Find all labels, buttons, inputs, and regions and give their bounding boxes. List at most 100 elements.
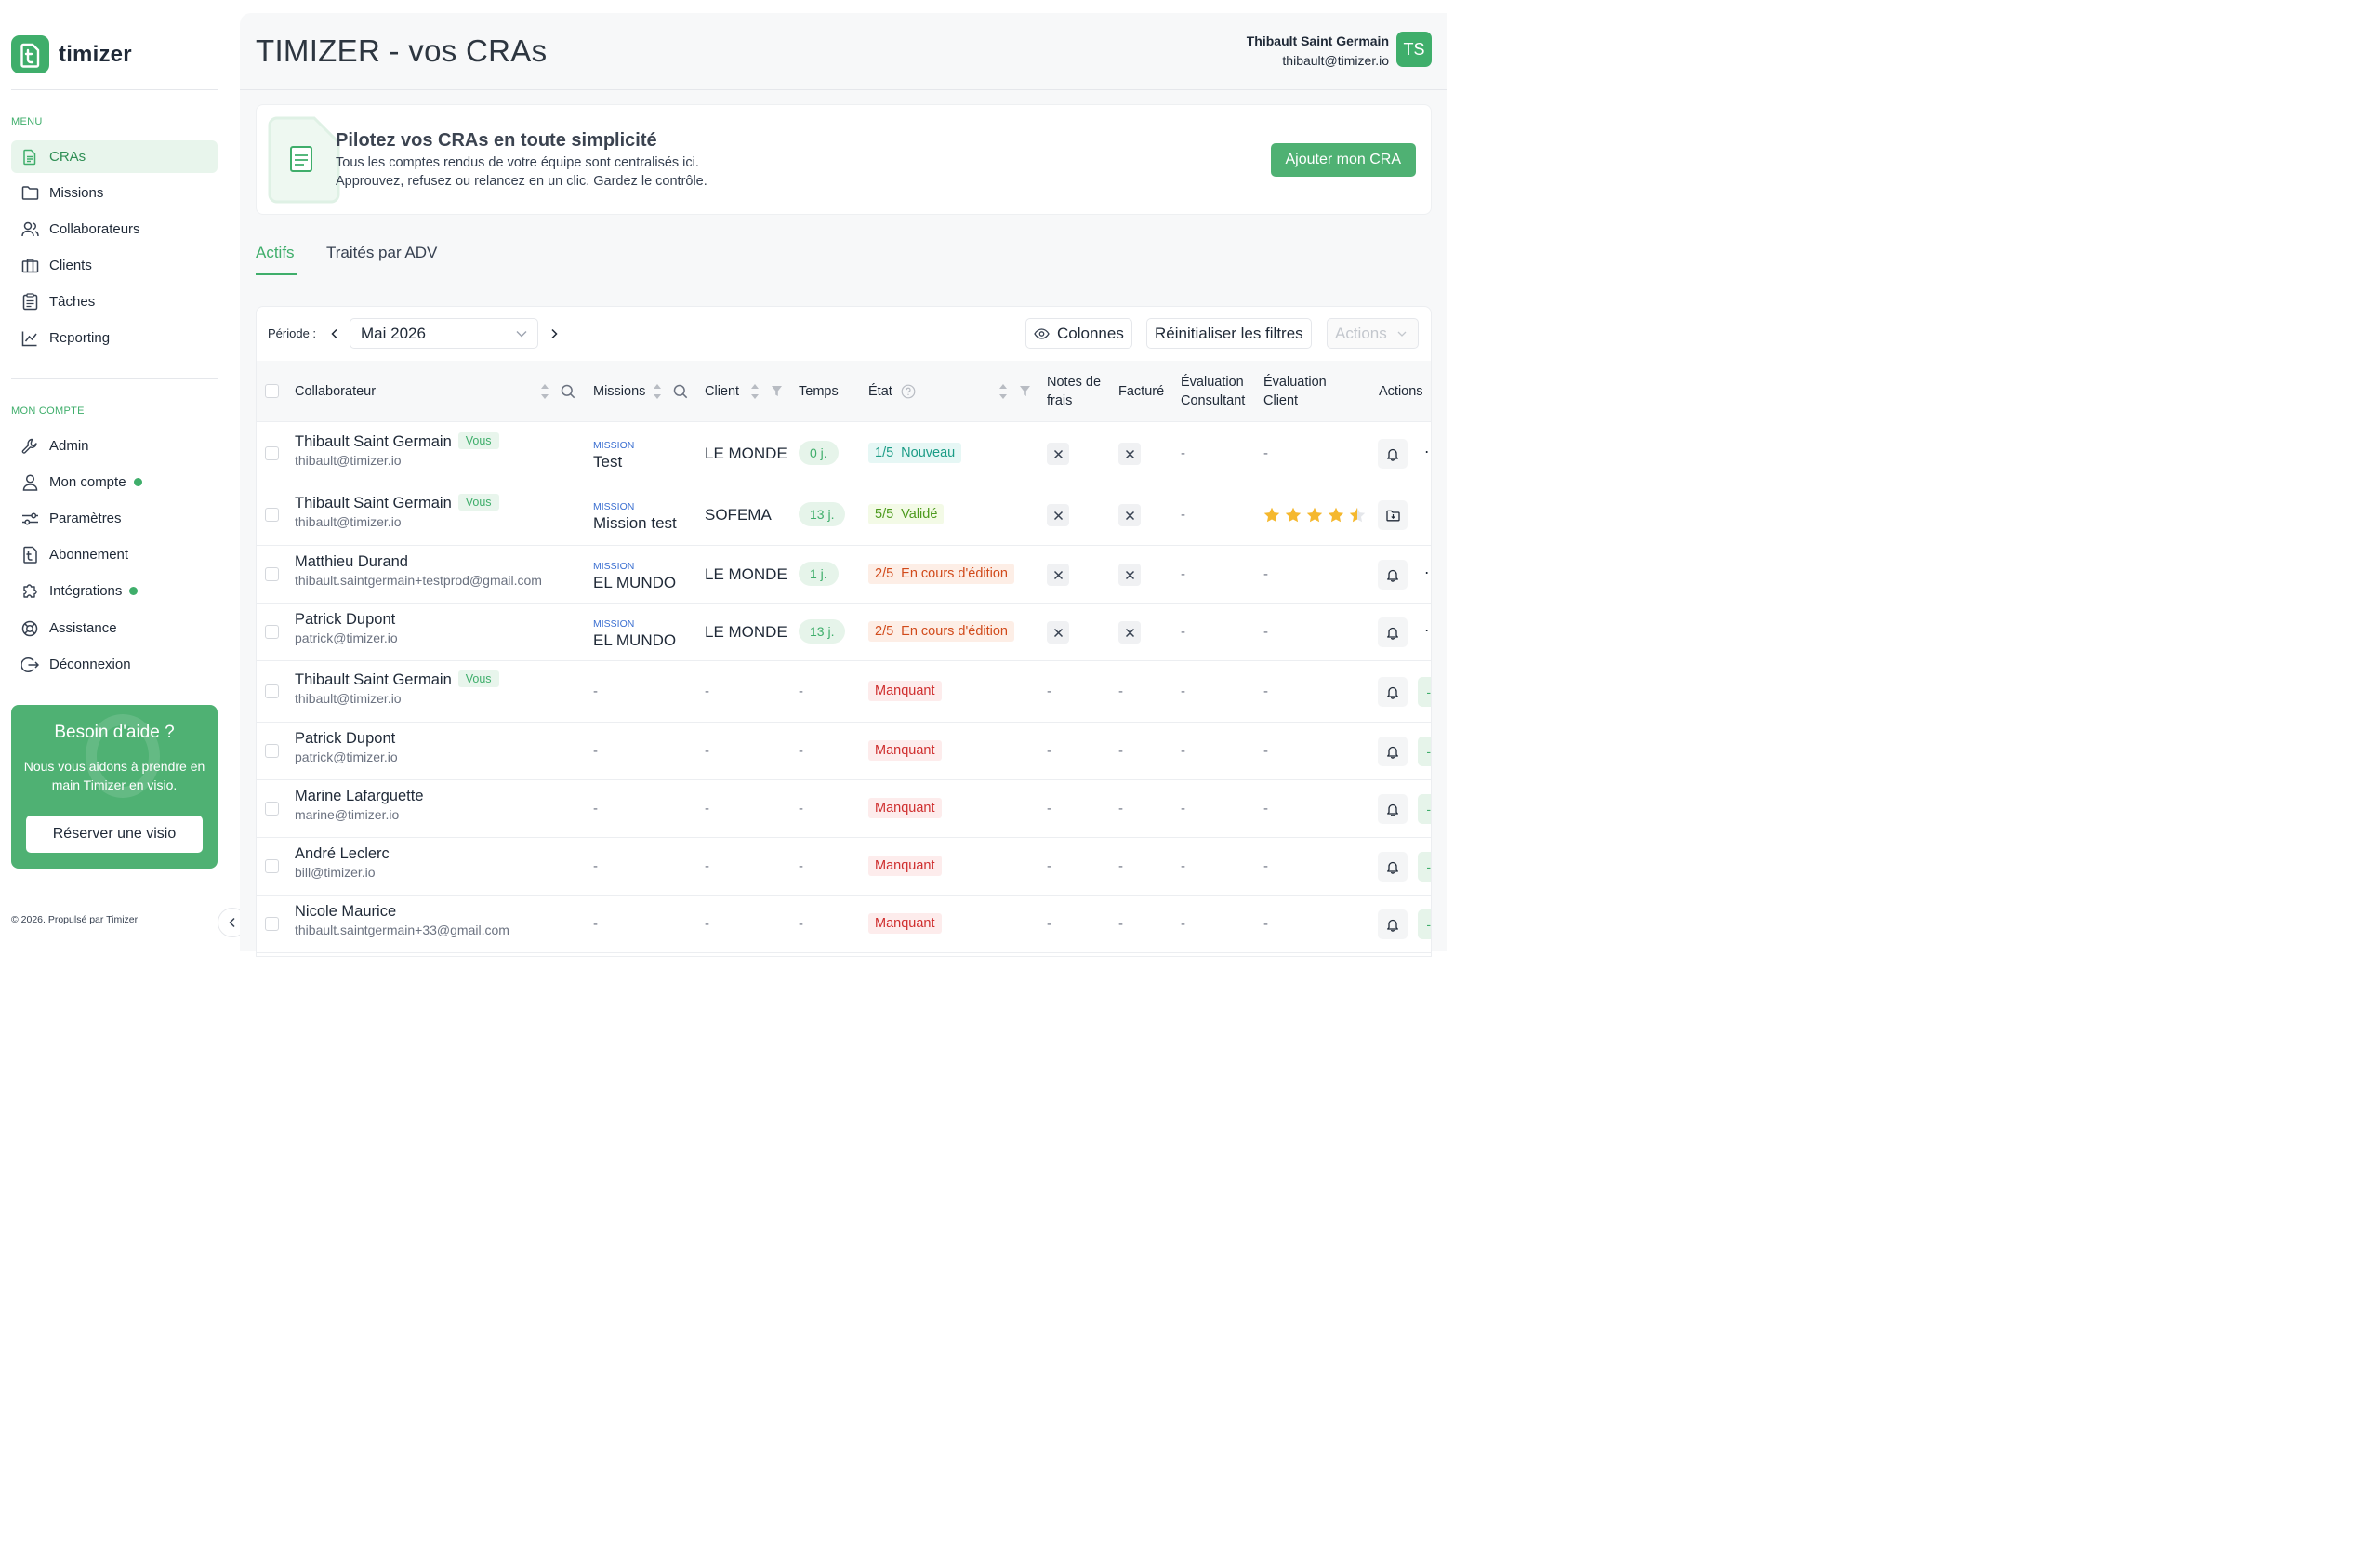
collaborator-cell: Matthieu Durand thibault.saintgermain+tes… (295, 553, 542, 588)
row-checkbox[interactable] (265, 684, 279, 698)
status-badge: 2/5 En cours d'édition (868, 621, 1014, 642)
validate-button[interactable]: - (1418, 677, 1431, 707)
help-circle-icon[interactable] (901, 384, 916, 399)
mission-name[interactable]: Mission test (593, 514, 677, 533)
collaborator-name-line: Thibault Saint Germain Vous (295, 432, 499, 451)
period-select[interactable]: Mai 2026 (350, 318, 538, 349)
main-content: TIMIZER - vos CRAs Thibault Saint Germai… (240, 13, 1447, 957)
row-checkbox[interactable] (265, 567, 279, 581)
remind-button[interactable] (1378, 794, 1408, 824)
sidebar-item-integrations[interactable]: Intégrations (11, 575, 218, 607)
row-checkbox[interactable] (265, 625, 279, 639)
period-label: Période : (268, 326, 317, 340)
collaborator-name[interactable]: Thibault Saint Germain (295, 671, 452, 688)
column-header-client[interactable]: Client (705, 382, 739, 401)
collaborator-name[interactable]: Marine Lafarguette (295, 788, 424, 804)
remind-button[interactable] (1378, 909, 1408, 939)
search-icon[interactable] (673, 384, 688, 399)
sidebar-item-missions[interactable]: Missions (11, 177, 218, 209)
collaborator-name[interactable]: Thibault Saint Germain (295, 433, 452, 450)
validate-button[interactable]: - (1418, 852, 1431, 882)
tab-traites-par-adv[interactable]: Traités par ADV (326, 244, 437, 262)
row-checkbox[interactable] (265, 859, 279, 873)
collaborator-name[interactable]: André Leclerc (295, 845, 390, 862)
status-label: Manquant (875, 684, 935, 698)
banner-title: Pilotez vos CRAs en toute simplicité (336, 130, 657, 151)
column-header-temps[interactable]: Temps (799, 382, 839, 401)
row-checkbox[interactable] (265, 508, 279, 522)
expense-notes-status (1047, 443, 1069, 465)
sidebar-item-deconnexion[interactable]: Déconnexion (11, 648, 218, 681)
avatar[interactable]: TS (1396, 32, 1432, 67)
sidebar-item-collaborateurs[interactable]: Collaborateurs (11, 213, 218, 246)
add-cra-button[interactable]: Ajouter mon CRA (1270, 143, 1416, 177)
download-button[interactable] (1378, 500, 1408, 530)
empty-value: - (705, 684, 709, 699)
sidebar-item-reporting[interactable]: Reporting (11, 322, 218, 354)
filter-icon[interactable] (1019, 385, 1031, 397)
sidebar-item-abonnement[interactable]: Abonnement (11, 538, 218, 571)
tab-actifs[interactable]: Actifs (256, 244, 295, 262)
bulk-actions-dropdown[interactable]: Actions (1327, 318, 1419, 349)
column-header-evaluation-consultant[interactable]: Évaluation Consultant (1181, 373, 1245, 410)
sidebar-item-assistance[interactable]: Assistance (11, 612, 218, 644)
collaborator-name[interactable]: Thibault Saint Germain (295, 495, 452, 511)
status-label: Manquant (875, 916, 935, 931)
reset-filters-button[interactable]: Réinitialiser les filtres (1146, 318, 1312, 349)
sort-icon[interactable] (540, 383, 549, 400)
more-actions-button[interactable]: ⋯ (1424, 443, 1431, 461)
search-icon[interactable] (561, 384, 575, 399)
mission-name[interactable]: Test (593, 453, 634, 471)
remind-button[interactable] (1378, 737, 1408, 766)
row-checkbox[interactable] (265, 744, 279, 758)
sidebar-item-cras[interactable]: CRAs (11, 140, 218, 173)
collaborator-name-line: André Leclerc (295, 845, 390, 863)
collaborator-email: marine@timizer.io (295, 807, 400, 822)
remind-button[interactable] (1378, 617, 1408, 647)
previous-period-button[interactable] (326, 324, 343, 344)
mission-name[interactable]: EL MUNDO (593, 574, 676, 592)
remind-button[interactable] (1378, 439, 1408, 469)
collaborator-name[interactable]: Patrick Dupont (295, 611, 395, 628)
next-period-button[interactable] (546, 324, 562, 344)
column-header-facture[interactable]: Facturé (1118, 382, 1164, 401)
page-title: TIMIZER - vos CRAs (256, 33, 548, 68)
remind-button[interactable] (1378, 677, 1408, 707)
remind-button[interactable] (1378, 560, 1408, 590)
sort-icon[interactable] (653, 383, 662, 400)
collaborator-name[interactable]: Matthieu Durand (295, 553, 408, 570)
collaborator-cell: Patrick Dupont patrick@timizer.io (295, 611, 398, 645)
row-checkbox[interactable] (265, 802, 279, 816)
validate-button[interactable]: - (1418, 737, 1431, 766)
status-badge: Manquant (868, 681, 942, 701)
column-header-etat[interactable]: État (868, 382, 892, 401)
book-visio-button[interactable]: Réserver une visio (26, 816, 203, 853)
filter-icon[interactable] (771, 385, 783, 397)
remind-button[interactable] (1378, 852, 1408, 882)
validate-button[interactable]: - (1418, 794, 1431, 824)
more-actions-button[interactable]: ⋯ (1424, 564, 1431, 582)
app-logo[interactable]: timizer (11, 35, 132, 73)
column-header-missions[interactable]: Missions (593, 382, 645, 401)
column-header-notes-de-frais[interactable]: Notes de frais (1047, 373, 1101, 410)
sidebar-item-parametres[interactable]: Paramètres (11, 502, 218, 535)
collaborator-name[interactable]: Nicole Maurice (295, 903, 396, 920)
column-header-collaborateur[interactable]: Collaborateur (295, 382, 376, 401)
select-all-checkbox[interactable] (265, 384, 279, 398)
sidebar-item-clients[interactable]: Clients (11, 249, 218, 282)
sidebar-item-admin[interactable]: Admin (11, 430, 218, 462)
sort-icon[interactable] (750, 383, 760, 400)
sidebar-item-taches[interactable]: Tâches (11, 285, 218, 318)
collaborator-name[interactable]: Patrick Dupont (295, 730, 395, 747)
mission-name[interactable]: EL MUNDO (593, 631, 676, 650)
columns-button[interactable]: Colonnes (1025, 318, 1132, 349)
row-checkbox[interactable] (265, 446, 279, 460)
validate-icon: - (1426, 684, 1431, 699)
validate-button[interactable]: - (1418, 909, 1431, 939)
column-header-evaluation-client[interactable]: Évaluation Client (1263, 373, 1327, 410)
sidebar-item-mon-compte[interactable]: Mon compte (11, 466, 218, 498)
time-badge: 0 j. (799, 441, 839, 465)
more-actions-button[interactable]: ⋯ (1424, 621, 1431, 640)
sort-icon[interactable] (998, 383, 1008, 400)
row-checkbox[interactable] (265, 917, 279, 931)
